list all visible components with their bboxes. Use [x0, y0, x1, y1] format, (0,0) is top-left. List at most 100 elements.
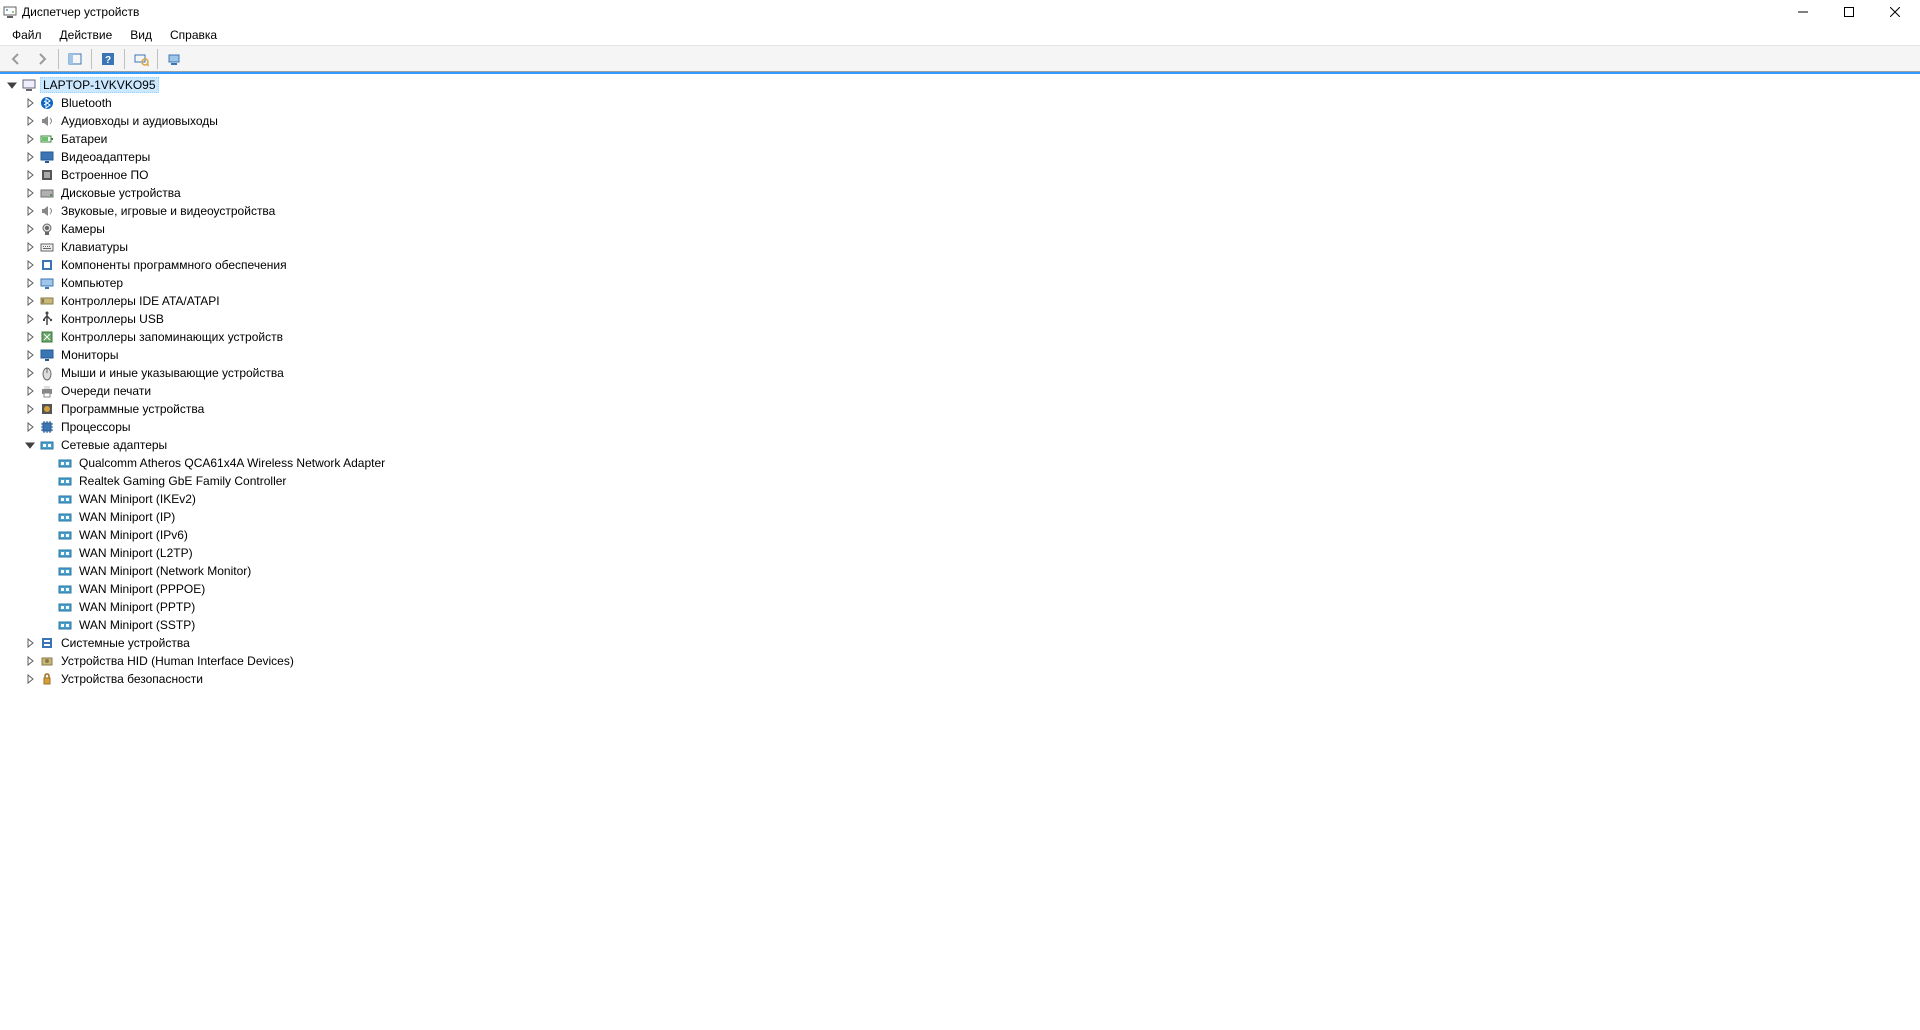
tree-device-label[interactable]: WAN Miniport (IKEv2) [76, 491, 199, 507]
tree-category-node[interactable]: Мыши и иные указывающие устройства [4, 364, 1920, 382]
tree-category-node[interactable]: Компьютер [4, 274, 1920, 292]
menu-file[interactable]: Файл [4, 26, 50, 44]
tree-root-node[interactable]: LAPTOP-1VKVKO95 [4, 76, 1920, 94]
expand-collapse-icon[interactable] [22, 275, 38, 291]
tree-category-node[interactable]: Сетевые адаптеры [4, 436, 1920, 454]
tree-category-label[interactable]: Аудиовходы и аудиовыходы [58, 113, 221, 129]
tree-category-label[interactable]: Контроллеры USB [58, 311, 167, 327]
expand-collapse-icon[interactable] [22, 131, 38, 147]
tree-category-node[interactable]: Системные устройства [4, 634, 1920, 652]
tree-category-label[interactable]: Компоненты программного обеспечения [58, 257, 290, 273]
tree-category-label[interactable]: Сетевые адаптеры [58, 437, 170, 453]
tree-device-label[interactable]: WAN Miniport (PPTP) [76, 599, 198, 615]
expand-collapse-icon[interactable] [22, 95, 38, 111]
tree-category-label[interactable]: Дисковые устройства [58, 185, 184, 201]
back-button[interactable] [4, 48, 28, 70]
properties-button[interactable] [162, 48, 186, 70]
tree-category-node[interactable]: Контроллеры IDE ATA/ATAPI [4, 292, 1920, 310]
minimize-button[interactable] [1780, 0, 1826, 24]
tree-device-label[interactable]: WAN Miniport (Network Monitor) [76, 563, 254, 579]
tree-category-label[interactable]: Компьютер [58, 275, 126, 291]
tree-category-node[interactable]: Встроенное ПО [4, 166, 1920, 184]
tree-category-node[interactable]: Аудиовходы и аудиовыходы [4, 112, 1920, 130]
expand-collapse-icon[interactable] [22, 383, 38, 399]
device-tree[interactable]: LAPTOP-1VKVKO95 Bluetooth Аудиовходы и а… [0, 72, 1920, 1030]
expand-collapse-icon[interactable] [22, 185, 38, 201]
tree-device-node[interactable]: WAN Miniport (IPv6) [4, 526, 1920, 544]
expand-collapse-icon[interactable] [22, 149, 38, 165]
tree-category-node[interactable]: Мониторы [4, 346, 1920, 364]
tree-device-node[interactable]: Realtek Gaming GbE Family Controller [4, 472, 1920, 490]
tree-category-node[interactable]: Процессоры [4, 418, 1920, 436]
tree-category-node[interactable]: Видеоадаптеры [4, 148, 1920, 166]
tree-device-node[interactable]: WAN Miniport (IKEv2) [4, 490, 1920, 508]
tree-category-label[interactable]: Устройства безопасности [58, 671, 206, 687]
expand-collapse-icon[interactable] [22, 437, 38, 453]
tree-device-label[interactable]: WAN Miniport (SSTP) [76, 617, 198, 633]
tree-device-label[interactable]: Qualcomm Atheros QCA61x4A Wireless Netwo… [76, 455, 388, 471]
tree-category-node[interactable]: Программные устройства [4, 400, 1920, 418]
tree-category-label[interactable]: Клавиатуры [58, 239, 131, 255]
menu-view[interactable]: Вид [122, 26, 160, 44]
tree-device-node[interactable]: WAN Miniport (PPTP) [4, 598, 1920, 616]
expand-collapse-icon[interactable] [22, 671, 38, 687]
close-button[interactable] [1872, 0, 1918, 24]
tree-category-node[interactable]: Клавиатуры [4, 238, 1920, 256]
scan-hardware-button[interactable] [129, 48, 153, 70]
tree-device-node[interactable]: WAN Miniport (SSTP) [4, 616, 1920, 634]
expand-collapse-icon[interactable] [22, 203, 38, 219]
tree-category-label[interactable]: Встроенное ПО [58, 167, 151, 183]
tree-category-node[interactable]: Звуковые, игровые и видеоустройства [4, 202, 1920, 220]
tree-device-node[interactable]: WAN Miniport (L2TP) [4, 544, 1920, 562]
tree-category-node[interactable]: Очереди печати [4, 382, 1920, 400]
tree-device-node[interactable]: WAN Miniport (IP) [4, 508, 1920, 526]
tree-category-label[interactable]: Батареи [58, 131, 110, 147]
tree-category-label[interactable]: Мониторы [58, 347, 121, 363]
tree-category-node[interactable]: Контроллеры USB [4, 310, 1920, 328]
tree-device-label[interactable]: WAN Miniport (IPv6) [76, 527, 191, 543]
tree-category-node[interactable]: Bluetooth [4, 94, 1920, 112]
tree-device-label[interactable]: WAN Miniport (L2TP) [76, 545, 196, 561]
tree-category-node[interactable]: Камеры [4, 220, 1920, 238]
tree-device-label[interactable]: WAN Miniport (IP) [76, 509, 178, 525]
tree-category-node[interactable]: Батареи [4, 130, 1920, 148]
tree-device-node[interactable]: WAN Miniport (PPPOE) [4, 580, 1920, 598]
expand-collapse-icon[interactable] [22, 635, 38, 651]
tree-category-node[interactable]: Компоненты программного обеспечения [4, 256, 1920, 274]
forward-button[interactable] [30, 48, 54, 70]
expand-collapse-icon[interactable] [22, 293, 38, 309]
tree-category-label[interactable]: Камеры [58, 221, 108, 237]
tree-category-node[interactable]: Устройства безопасности [4, 670, 1920, 688]
expand-collapse-icon[interactable] [22, 401, 38, 417]
help-button[interactable]: ? [96, 48, 120, 70]
tree-category-label[interactable]: Видеоадаптеры [58, 149, 153, 165]
tree-category-node[interactable]: Дисковые устройства [4, 184, 1920, 202]
tree-root-label[interactable]: LAPTOP-1VKVKO95 [40, 77, 159, 93]
tree-category-node[interactable]: Устройства HID (Human Interface Devices) [4, 652, 1920, 670]
expand-collapse-icon[interactable] [4, 77, 20, 93]
tree-category-label[interactable]: Программные устройства [58, 401, 207, 417]
tree-category-node[interactable]: Контроллеры запоминающих устройств [4, 328, 1920, 346]
tree-device-label[interactable]: Realtek Gaming GbE Family Controller [76, 473, 289, 489]
tree-category-label[interactable]: Звуковые, игровые и видеоустройства [58, 203, 278, 219]
expand-collapse-icon[interactable] [22, 653, 38, 669]
expand-collapse-icon[interactable] [22, 329, 38, 345]
expand-collapse-icon[interactable] [22, 365, 38, 381]
menu-help[interactable]: Справка [162, 26, 225, 44]
tree-category-label[interactable]: Контроллеры запоминающих устройств [58, 329, 286, 345]
expand-collapse-icon[interactable] [22, 257, 38, 273]
tree-category-label[interactable]: Мыши и иные указывающие устройства [58, 365, 287, 381]
tree-device-label[interactable]: WAN Miniport (PPPOE) [76, 581, 208, 597]
maximize-button[interactable] [1826, 0, 1872, 24]
expand-collapse-icon[interactable] [22, 239, 38, 255]
tree-category-label[interactable]: Устройства HID (Human Interface Devices) [58, 653, 297, 669]
expand-collapse-icon[interactable] [22, 347, 38, 363]
show-hide-console-tree-button[interactable] [63, 48, 87, 70]
expand-collapse-icon[interactable] [22, 419, 38, 435]
expand-collapse-icon[interactable] [22, 113, 38, 129]
tree-device-node[interactable]: Qualcomm Atheros QCA61x4A Wireless Netwo… [4, 454, 1920, 472]
tree-category-label[interactable]: Очереди печати [58, 383, 154, 399]
expand-collapse-icon[interactable] [22, 167, 38, 183]
tree-category-label[interactable]: Системные устройства [58, 635, 193, 651]
tree-category-label[interactable]: Контроллеры IDE ATA/ATAPI [58, 293, 223, 309]
